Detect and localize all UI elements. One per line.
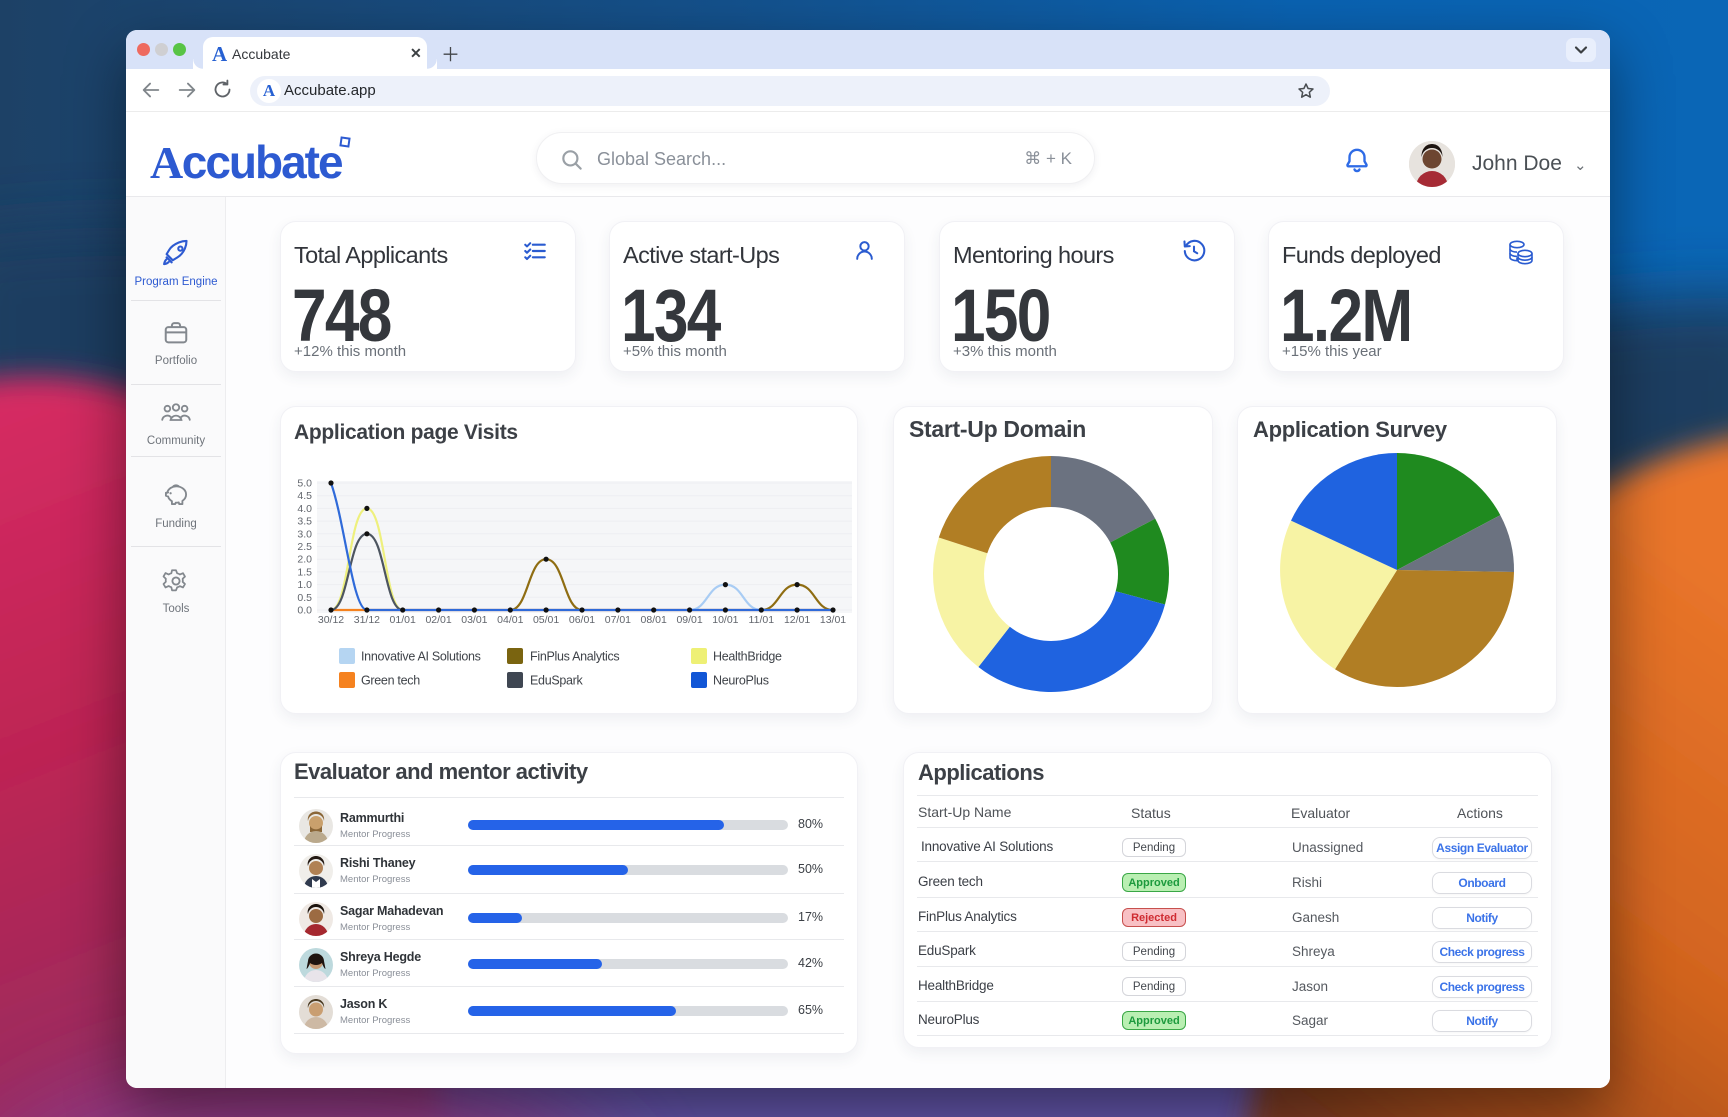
svg-text:11/01: 11/01: [749, 614, 775, 626]
svg-text:5.0: 5.0: [297, 478, 312, 490]
svg-text:03/01: 03/01: [461, 614, 487, 626]
svg-text:2.5: 2.5: [297, 541, 312, 553]
svg-text:3.0: 3.0: [297, 528, 312, 540]
svg-text:Innovative AI Solutions: Innovative AI Solutions: [361, 650, 481, 664]
svg-text:07/01: 07/01: [605, 614, 631, 626]
svg-text:04/01: 04/01: [497, 614, 523, 626]
svg-text:2.0: 2.0: [297, 554, 312, 566]
svg-text:1.0: 1.0: [297, 579, 312, 591]
svg-text:12/01: 12/01: [784, 614, 810, 626]
svg-text:01/01: 01/01: [390, 614, 416, 626]
svg-text:05/01: 05/01: [533, 614, 559, 626]
svg-text:4.5: 4.5: [297, 490, 312, 502]
svg-text:09/01: 09/01: [676, 614, 702, 626]
svg-text:30/12: 30/12: [318, 614, 344, 626]
svg-text:Green tech: Green tech: [361, 674, 420, 688]
svg-text:02/01: 02/01: [425, 614, 451, 626]
svg-text:13/01: 13/01: [820, 614, 846, 626]
svg-text:FinPlus Analytics: FinPlus Analytics: [530, 650, 619, 664]
svg-text:HealthBridge: HealthBridge: [713, 650, 782, 664]
svg-text:4.0: 4.0: [297, 503, 312, 515]
svg-text:31/12: 31/12: [354, 614, 380, 626]
svg-text:08/01: 08/01: [641, 614, 667, 626]
svg-text:06/01: 06/01: [569, 614, 595, 626]
svg-text:0.5: 0.5: [297, 592, 312, 604]
svg-text:10/01: 10/01: [712, 614, 738, 626]
svg-text:NeuroPlus: NeuroPlus: [713, 674, 769, 688]
svg-text:3.5: 3.5: [297, 516, 312, 528]
svg-text:1.5: 1.5: [297, 566, 312, 578]
svg-text:EduSpark: EduSpark: [530, 674, 584, 688]
svg-text:0.0: 0.0: [297, 605, 312, 617]
